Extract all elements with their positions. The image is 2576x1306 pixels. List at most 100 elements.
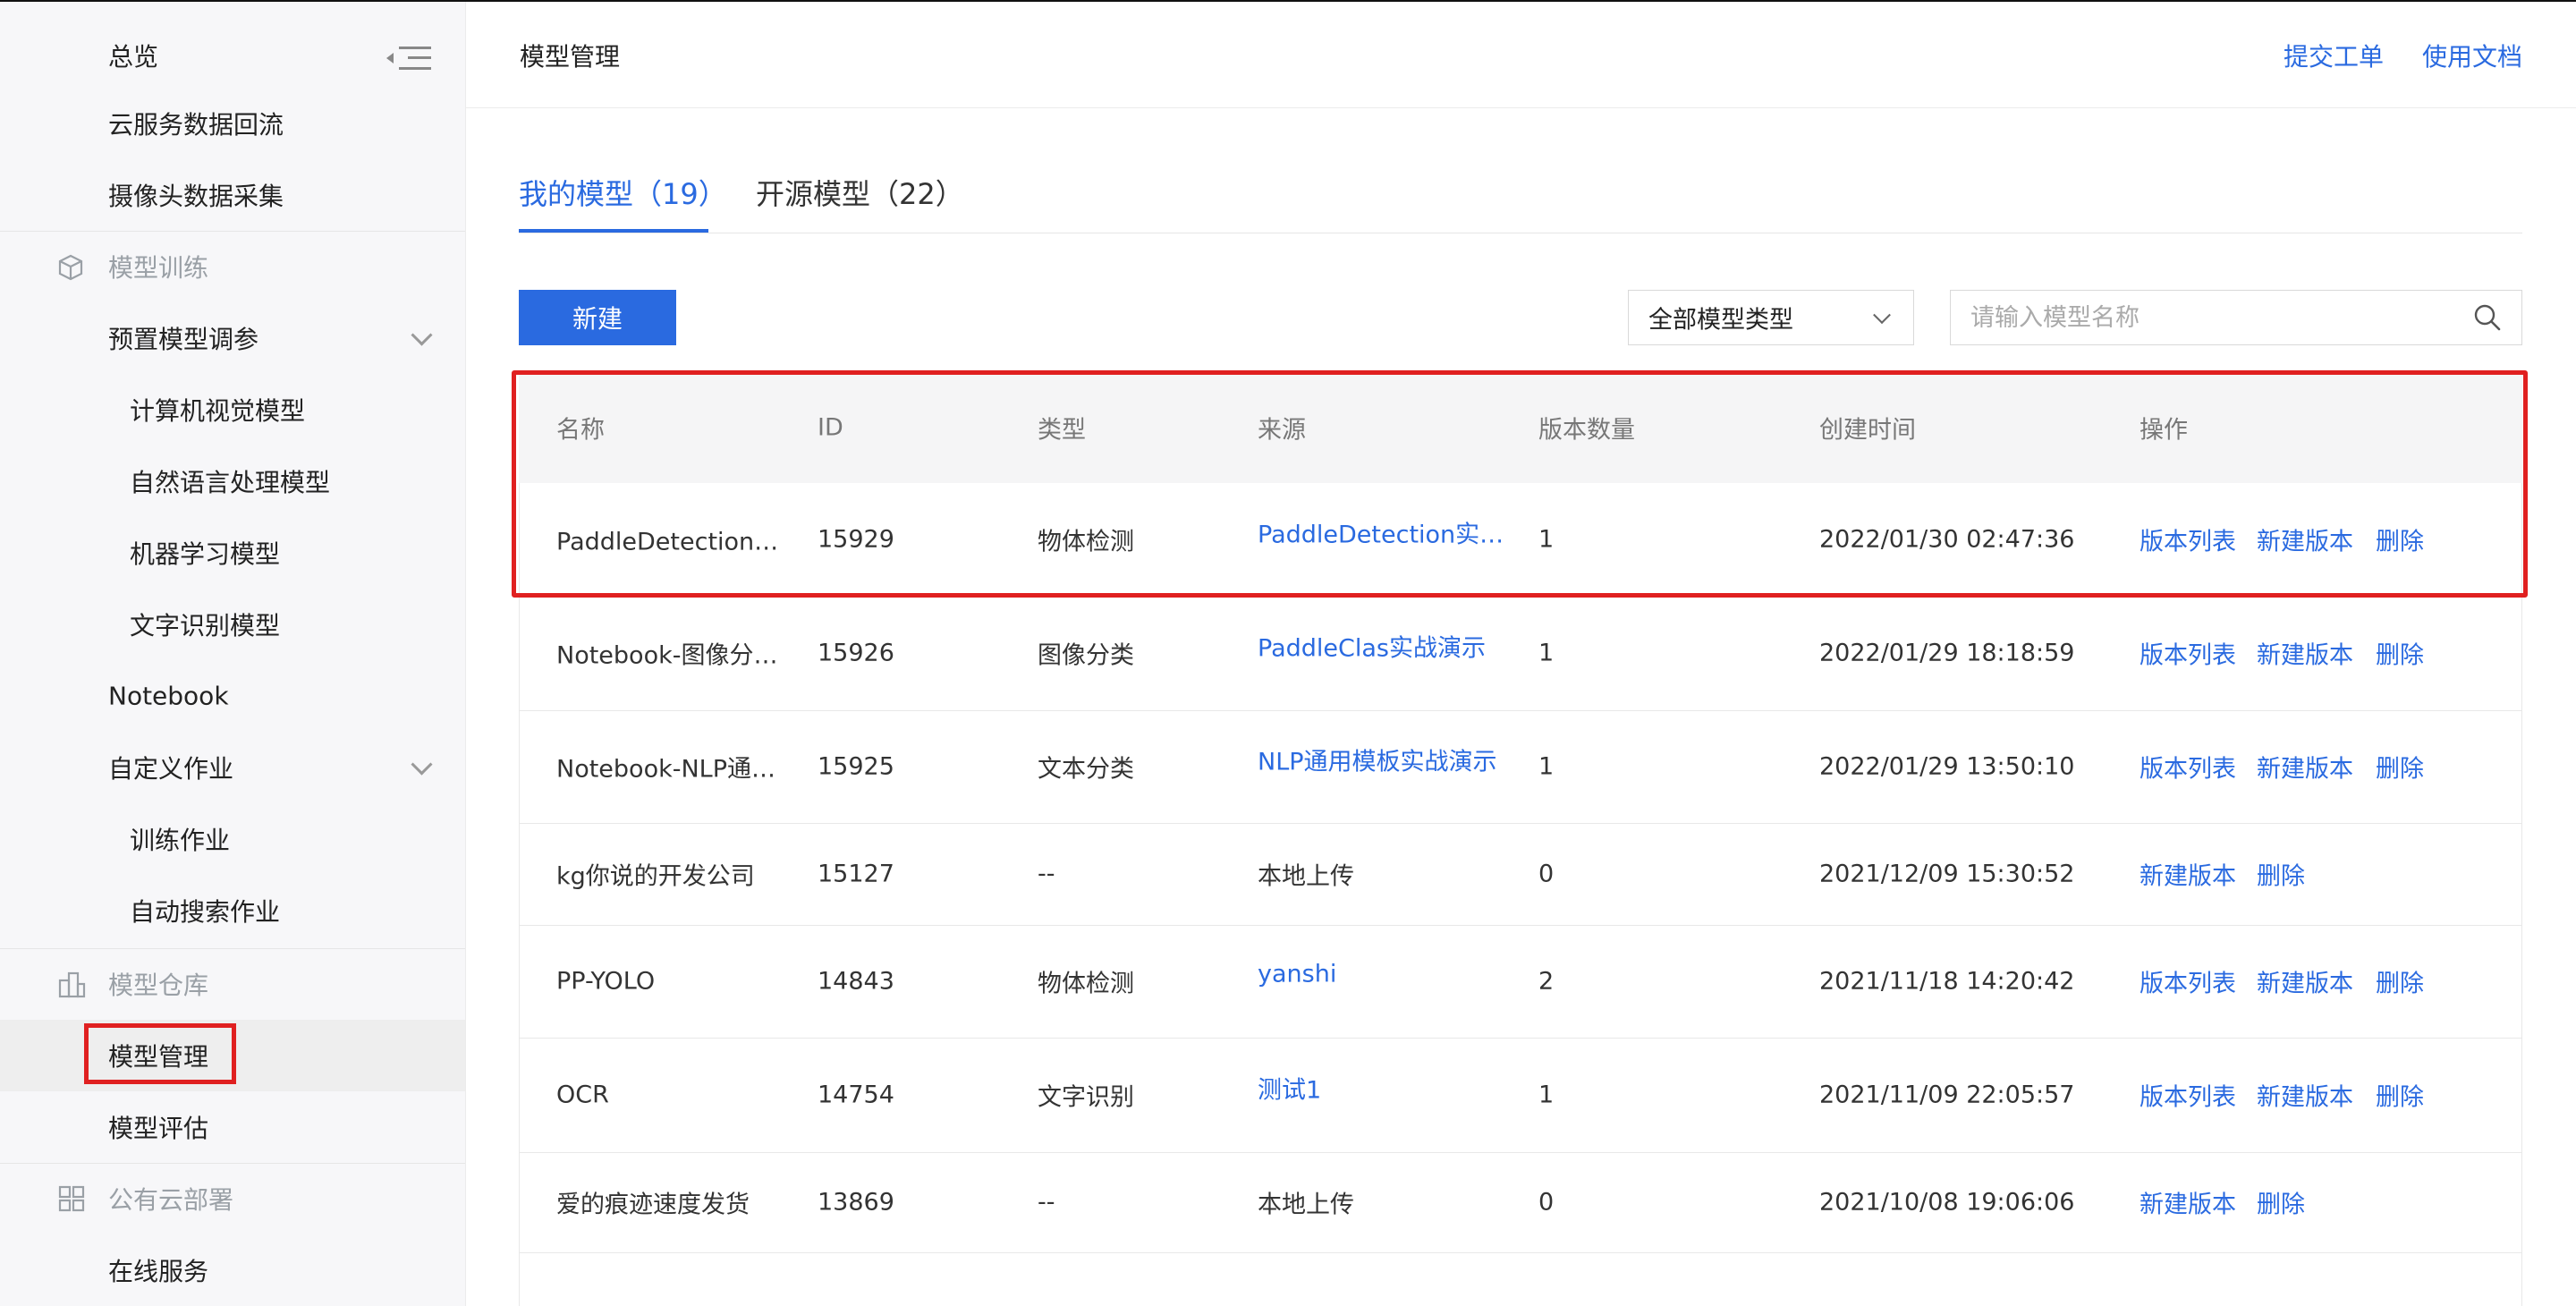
cell-id: 15926: [818, 639, 894, 667]
highlight-box-table: [512, 370, 2528, 598]
delete-link[interactable]: 删除: [2376, 1078, 2424, 1113]
sidebar-item-label: 云服务数据回流: [108, 110, 284, 140]
page-header: 模型管理 提交工单 使用文档: [466, 2, 2576, 108]
sidebar-item-nlp-models[interactable]: 自然语言处理模型: [0, 445, 465, 517]
sidebar-item-notebook[interactable]: Notebook: [0, 660, 465, 732]
delete-link[interactable]: 删除: [2376, 964, 2424, 999]
docs-link[interactable]: 使用文档: [2422, 38, 2522, 73]
sidebar-item-custom-jobs[interactable]: 自定义作业: [0, 732, 465, 803]
table-row: kg你说的开发公司 15127 -- 本地上传 0 2021/12/09 15:…: [519, 823, 2522, 926]
sidebar-item-label: 计算机视觉模型: [130, 396, 306, 426]
tab-my-models[interactable]: 我的模型（19）: [519, 172, 727, 213]
sidebar-item-label: 训练作业: [130, 826, 231, 855]
new-model-button[interactable]: 新建: [519, 290, 676, 345]
search-icon[interactable]: [2472, 302, 2503, 333]
version-list-link[interactable]: 版本列表: [2140, 1078, 2236, 1113]
cell-id: 13869: [818, 1188, 894, 1217]
sidebar-item-label: 在线服务: [108, 1257, 209, 1286]
cell-id: 15127: [818, 860, 894, 888]
model-name-search-input[interactable]: [1950, 290, 2522, 345]
sidebar-item-label: 自动搜索作业: [130, 897, 281, 927]
cell-id: 14754: [818, 1081, 894, 1109]
delete-link[interactable]: 删除: [2376, 750, 2424, 784]
sidebar-item-label: 模型评估: [108, 1114, 209, 1143]
page-title: 模型管理: [520, 42, 621, 72]
cell-name: Notebook-NLP通…: [556, 755, 775, 784]
new-version-link[interactable]: 新建版本: [2257, 636, 2353, 671]
table-row: Notebook-NLP通… 15925 文本分类 NLP通用模板实战演示 1 …: [519, 710, 2522, 824]
cell-source-link[interactable]: yanshi: [1258, 961, 1336, 988]
submit-ticket-link[interactable]: 提交工单: [2284, 38, 2384, 73]
sidebar-section-label: 公有云部署: [108, 1185, 234, 1215]
sidebar-section-label: 模型仓库: [108, 971, 209, 1000]
building-icon: [58, 971, 86, 998]
new-version-link[interactable]: 新建版本: [2257, 1078, 2353, 1113]
cell-name: PP-YOLO: [556, 967, 656, 996]
cell-name: Notebook-图像分…: [556, 641, 778, 670]
cell-name: 爱的痕迹速度发货: [556, 1191, 750, 1219]
table-row: [519, 1252, 2522, 1306]
version-list-link[interactable]: 版本列表: [2140, 750, 2236, 784]
table-row: OCR 14754 文字识别 测试1 1 2021/11/09 22:05:57…: [519, 1038, 2522, 1153]
version-list-link[interactable]: 版本列表: [2140, 964, 2236, 999]
cell-version-count: 0: [1538, 1188, 1555, 1217]
new-version-link[interactable]: 新建版本: [2140, 1185, 2236, 1220]
sidebar-item-camera-data-collection[interactable]: 摄像头数据采集: [0, 159, 465, 231]
sidebar-item-training-jobs[interactable]: 训练作业: [0, 803, 465, 875]
cell-version-count: 0: [1538, 860, 1555, 888]
cell-version-count: 1: [1538, 1081, 1555, 1109]
cell-version-count: 2: [1538, 967, 1555, 996]
chevron-down-icon: [411, 753, 433, 776]
sidebar-item-online-service[interactable]: 在线服务: [0, 1234, 465, 1306]
sidebar-item-label: 文字识别模型: [130, 611, 281, 640]
sidebar-item-cv-models[interactable]: 计算机视觉模型: [0, 374, 465, 445]
cell-id: 15925: [818, 752, 894, 781]
sidebar-item-label: 自定义作业: [108, 754, 234, 784]
sidebar-section-model-repository: 模型仓库: [0, 948, 465, 1020]
new-version-link[interactable]: 新建版本: [2257, 750, 2353, 784]
chevron-down-icon: [411, 324, 433, 346]
sidebar-item-model-evaluation[interactable]: 模型评估: [0, 1091, 465, 1163]
cell-source-link[interactable]: NLP通用模板实战演示: [1258, 742, 1497, 777]
cell-name: OCR: [556, 1081, 609, 1109]
cell-id: 14843: [818, 967, 894, 996]
delete-link[interactable]: 删除: [2257, 857, 2305, 892]
sidebar-item-auto-search-jobs[interactable]: 自动搜索作业: [0, 875, 465, 946]
table-row: PP-YOLO 14843 物体检测 yanshi 2 2021/11/18 1…: [519, 925, 2522, 1039]
cell-version-count: 1: [1538, 639, 1555, 667]
tab-open-source-models[interactable]: 开源模型（22）: [756, 172, 964, 213]
new-version-link[interactable]: 新建版本: [2257, 964, 2353, 999]
cell-source-link[interactable]: 测试1: [1258, 1071, 1321, 1106]
model-type-select-value: 全部模型类型: [1648, 306, 1793, 335]
table-row: 爱的痕迹速度发货 13869 -- 本地上传 0 2021/10/08 19:0…: [519, 1152, 2522, 1253]
version-list-link[interactable]: 版本列表: [2140, 636, 2236, 671]
highlight-box-sidebar: [84, 1023, 236, 1084]
sidebar-section-model-training: 模型训练: [0, 231, 465, 302]
cell-version-count: 1: [1538, 752, 1555, 781]
sidebar-item-cloud-data-reflow[interactable]: 云服务数据回流: [0, 88, 465, 159]
sidebar-item-ocr-models[interactable]: 文字识别模型: [0, 589, 465, 660]
sidebar-item-label: 自然语言处理模型: [130, 468, 331, 497]
sidebar-item-label: 总览: [108, 42, 159, 72]
sidebar-section-public-cloud-deploy: 公有云部署: [0, 1163, 465, 1234]
cell-created-time: 2021/10/08 19:06:06: [1819, 1188, 2075, 1217]
cell-created-time: 2021/11/09 22:05:57: [1819, 1081, 2075, 1109]
cell-source-link[interactable]: PaddleClas实战演示: [1258, 629, 1486, 664]
new-version-link[interactable]: 新建版本: [2140, 857, 2236, 892]
model-type-select[interactable]: 全部模型类型: [1628, 290, 1914, 345]
cell-type: --: [1038, 1188, 1055, 1217]
collapse-sidebar-icon[interactable]: [386, 43, 433, 73]
sidebar-item-label: 预置模型调参: [108, 325, 259, 354]
table-row: Notebook-图像分… 15926 图像分类 PaddleClas实战演示 …: [519, 596, 2522, 711]
delete-link[interactable]: 删除: [2376, 636, 2424, 671]
sidebar-item-preset-model-tuning[interactable]: 预置模型调参: [0, 302, 465, 374]
chevron-down-icon: [1873, 306, 1891, 325]
sidebar-item-ml-models[interactable]: 机器学习模型: [0, 517, 465, 589]
sidebar-section-label: 模型训练: [108, 253, 209, 283]
sidebar-item-label: 摄像头数据采集: [108, 182, 284, 211]
cell-created-time: 2021/12/09 15:30:52: [1819, 860, 2075, 888]
cell-type: 物体检测: [1038, 970, 1134, 998]
cell-type: 文字识别: [1038, 1083, 1134, 1112]
delete-link[interactable]: 删除: [2257, 1185, 2305, 1220]
sidebar-item-label: Notebook: [108, 681, 229, 711]
